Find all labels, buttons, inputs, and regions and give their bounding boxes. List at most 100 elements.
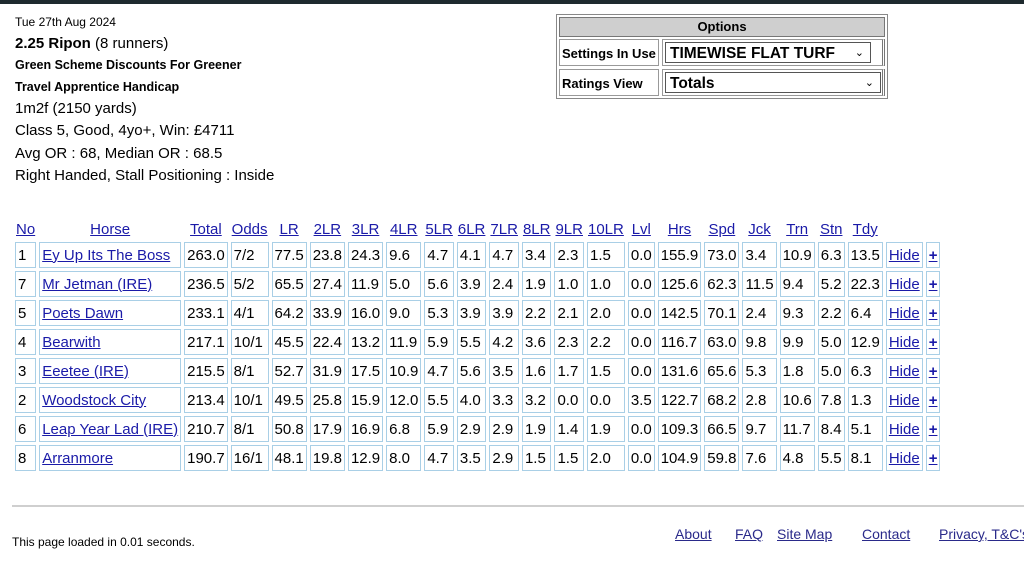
cell-trn: 9.3 <box>779 300 815 326</box>
table-header-row: No Horse Total Odds LR 2LR 3LR 4LR 5LR 6LR 7LR 8LR 9… <box>15 219 940 239</box>
cell-lr: 65.5 <box>271 271 307 297</box>
footer-link-about[interactable]: About <box>675 526 712 542</box>
view-select[interactable]: Totals ⌄ <box>665 72 881 93</box>
sort-link-10lr[interactable]: 10LR <box>588 221 624 238</box>
cell-horse: Poets Dawn <box>39 300 182 326</box>
sort-link-5lr[interactable]: 5LR <box>425 221 453 238</box>
ratings-table: No Horse Total Odds LR 2LR 3LR 4LR 5LR 6LR 7LR 8LR 9… <box>12 216 943 474</box>
column-header-trn: Trn <box>780 219 815 239</box>
cell-hide: Hide <box>885 300 923 326</box>
expand-link[interactable]: + <box>929 276 938 293</box>
sort-link-odds[interactable]: Odds <box>232 221 268 238</box>
cell-horse: Ey Up Its The Boss <box>39 242 182 268</box>
sort-link-9lr[interactable]: 9LR <box>555 221 583 238</box>
expand-link[interactable]: + <box>929 334 938 351</box>
settings-select[interactable]: TIMEWISE FLAT TURF ⌄ <box>665 42 871 63</box>
horse-link[interactable]: Mr Jetman (IRE) <box>42 276 152 293</box>
hide-link[interactable]: Hide <box>889 421 920 438</box>
cell-no: 5 <box>15 300 37 326</box>
sort-link-horse[interactable]: Horse <box>90 221 130 238</box>
race-name-line1: Green Scheme Discounts For Greener <box>15 58 242 72</box>
hide-link[interactable]: Hide <box>889 450 920 467</box>
sort-link-lvl[interactable]: Lvl <box>632 221 651 238</box>
expand-link[interactable]: + <box>929 363 938 380</box>
cell-odds: 8/1 <box>230 416 269 442</box>
cell-7lr: 2.4 <box>489 271 519 297</box>
sort-link-7lr[interactable]: 7LR <box>490 221 518 238</box>
cell-hide: Hide <box>885 358 923 384</box>
cell-spd: 68.2 <box>704 387 740 413</box>
cell-jck: 2.4 <box>742 300 777 326</box>
cell-10lr: 2.0 <box>587 445 625 471</box>
cell-6lr: 5.5 <box>456 329 487 355</box>
cell-6lr: 2.9 <box>456 416 487 442</box>
footer-link-faq[interactable]: FAQ <box>735 526 763 542</box>
horse-link[interactable]: Arranmore <box>42 450 113 467</box>
cell-hrs: 109.3 <box>657 416 702 442</box>
expand-link[interactable]: + <box>929 421 938 438</box>
cell-5lr: 5.9 <box>424 329 454 355</box>
footer-link-privacy[interactable]: Privacy, T&C's <box>939 526 1024 542</box>
cell-spd: 59.8 <box>704 445 740 471</box>
cell-expand: + <box>925 271 941 297</box>
cell-4lr: 5.0 <box>386 271 422 297</box>
sort-link-3lr[interactable]: 3LR <box>352 221 380 238</box>
horse-link[interactable]: Leap Year Lad (IRE) <box>42 421 178 438</box>
sort-link-lr[interactable]: LR <box>280 221 299 238</box>
cell-hide: Hide <box>885 416 923 442</box>
sort-link-no[interactable]: No <box>16 221 35 238</box>
sort-link-spd[interactable]: Spd <box>709 221 736 238</box>
column-header-7lr: 7LR <box>489 219 519 239</box>
sort-link-trn[interactable]: Trn <box>786 221 808 238</box>
hide-link[interactable]: Hide <box>889 392 920 409</box>
horse-link[interactable]: Ey Up Its The Boss <box>42 247 170 264</box>
cell-10lr: 1.5 <box>587 358 625 384</box>
cell-7lr: 2.9 <box>489 416 519 442</box>
cell-total: 263.0 <box>184 242 228 268</box>
hide-link[interactable]: Hide <box>889 363 920 380</box>
sort-link-6lr[interactable]: 6LR <box>458 221 486 238</box>
sort-link-2lr[interactable]: 2LR <box>314 221 342 238</box>
table-row: 1 Ey Up Its The Boss 263.0 7/2 77.5 23.8 24.3 9… <box>15 242 941 268</box>
expand-link[interactable]: + <box>929 305 938 322</box>
race-conditions: Class 5, Good, 4yo+, Win: £4711 <box>15 122 235 140</box>
hide-link[interactable]: Hide <box>889 247 920 264</box>
horse-link[interactable]: Woodstock City <box>42 392 146 409</box>
cell-total: 210.7 <box>184 416 228 442</box>
expand-link[interactable]: + <box>929 450 938 467</box>
sort-link-total[interactable]: Total <box>190 221 222 238</box>
horse-link[interactable]: Eeetee (IRE) <box>42 363 129 380</box>
cell-9lr: 0.0 <box>554 387 584 413</box>
hide-link[interactable]: Hide <box>889 276 920 293</box>
view-cell: Totals ⌄ <box>662 69 885 96</box>
hide-link[interactable]: Hide <box>889 334 920 351</box>
cell-total: 190.7 <box>184 445 228 471</box>
cell-9lr: 1.4 <box>554 416 584 442</box>
cell-lvl: 0.0 <box>627 416 655 442</box>
expand-link[interactable]: + <box>929 392 938 409</box>
cell-odds: 16/1 <box>230 445 269 471</box>
sort-link-jck[interactable]: Jck <box>748 221 771 238</box>
cell-trn: 9.9 <box>779 329 815 355</box>
cell-2lr: 25.8 <box>309 387 345 413</box>
footer-link-contact[interactable]: Contact <box>862 526 910 542</box>
cell-4lr: 8.0 <box>386 445 422 471</box>
race-info: Tue 27th Aug 2024 2.25 Ripon (8 runners)… <box>15 15 315 187</box>
horse-link[interactable]: Bearwith <box>42 334 100 351</box>
cell-lr: 64.2 <box>271 300 307 326</box>
cell-6lr: 4.1 <box>456 242 487 268</box>
sort-link-hrs[interactable]: Hrs <box>668 221 691 238</box>
sort-link-8lr[interactable]: 8LR <box>523 221 551 238</box>
settings-row: Settings In Use TIMEWISE FLAT TURF ⌄ <box>559 39 885 66</box>
cell-5lr: 4.7 <box>424 358 454 384</box>
expand-link[interactable]: + <box>929 247 938 264</box>
sort-link-stn[interactable]: Stn <box>820 221 843 238</box>
sort-link-4lr[interactable]: 4LR <box>390 221 418 238</box>
cell-3lr: 12.9 <box>347 445 384 471</box>
sort-link-tdy[interactable]: Tdy <box>853 221 878 238</box>
cell-tdy: 6.4 <box>847 300 883 326</box>
hide-link[interactable]: Hide <box>889 305 920 322</box>
horse-link[interactable]: Poets Dawn <box>42 305 123 322</box>
footer-link-site-map[interactable]: Site Map <box>777 526 832 542</box>
column-header-6lr: 6LR <box>457 219 487 239</box>
